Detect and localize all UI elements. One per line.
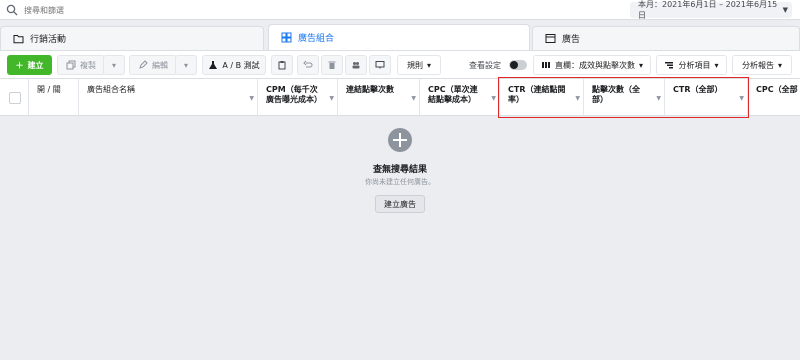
- search-input[interactable]: [24, 5, 584, 15]
- caret-down-icon: ▾: [777, 60, 782, 70]
- tab-ads[interactable]: 廣告: [532, 26, 800, 50]
- folder-icon: [13, 35, 24, 44]
- select-all-cell: [0, 79, 29, 117]
- reports-dropdown[interactable]: 分析報告 ▾: [732, 55, 792, 75]
- trash-icon: [328, 61, 336, 69]
- add-circle-icon: [388, 128, 412, 152]
- preview-icon: [375, 61, 385, 69]
- tab-ads-label: 廣告: [562, 35, 581, 45]
- breakdown-icon: [665, 62, 674, 69]
- reports-label: 分析報告: [741, 60, 774, 70]
- column-onoff-label: 開 / 關: [37, 85, 61, 94]
- column-header-cpm[interactable]: CPM（每千次廣告曝光成本） ▼: [258, 79, 338, 117]
- tab-campaigns[interactable]: 行銷活動: [0, 26, 264, 50]
- caret-down-icon: ▾: [183, 60, 188, 70]
- rules-label: 規則: [406, 60, 423, 70]
- rules-dropdown[interactable]: 規則 ▾: [397, 55, 441, 75]
- tab-ad-sets-label: 廣告組合: [298, 34, 335, 44]
- edit-button[interactable]: 編輯: [129, 55, 177, 75]
- breakdown-dropdown[interactable]: 分析項目 ▾: [656, 55, 727, 75]
- column-cpm-label: CPM（每千次廣告曝光成本）: [266, 85, 322, 104]
- sort-icon: ▼: [249, 95, 254, 102]
- edit-dropdown[interactable]: ▾: [175, 55, 197, 75]
- date-range-picker[interactable]: 本月：2021年6月1日 – 2021年6月15日 ▼: [630, 0, 792, 20]
- caret-down-icon: ▾: [111, 60, 116, 70]
- toolbar: ＋ 建立 複製 ▾ 編輯 ▾ A / B 測試 規則 ▾ 查看設定 直欄：成效與…: [0, 50, 800, 78]
- column-cpc-all-label: CPC（全部: [756, 85, 798, 94]
- pencil-icon: [139, 60, 148, 69]
- undo-button[interactable]: [297, 55, 319, 75]
- sort-icon: ▼: [329, 95, 334, 102]
- edit-label: 編輯: [152, 60, 168, 70]
- columns-dropdown[interactable]: 直欄：成效與點擊次數 ▾: [533, 55, 651, 75]
- undo-icon: [303, 60, 313, 68]
- plus-icon: ＋: [15, 60, 24, 70]
- column-header-cpc-all[interactable]: CPC（全部: [748, 79, 800, 117]
- columns-icon: [541, 62, 550, 68]
- create-ad-button[interactable]: 建立廣告: [375, 195, 425, 213]
- empty-state-subtitle: 你尚未建立任何廣告。: [365, 178, 435, 186]
- view-settings-toggle[interactable]: [509, 60, 527, 70]
- ad-icon: [545, 34, 556, 43]
- create-label: 建立: [27, 60, 44, 70]
- ab-test-button[interactable]: A / B 測試: [202, 55, 266, 75]
- column-header-link-clicks[interactable]: 連結點擊次數 ▼: [338, 79, 420, 117]
- people-icon: [352, 62, 360, 69]
- preview-button[interactable]: [369, 55, 391, 75]
- clipboard-button[interactable]: [271, 55, 293, 75]
- delete-button[interactable]: [321, 55, 343, 75]
- grid-icon: [281, 32, 292, 43]
- column-adset-name-label: 廣告組合名稱: [87, 85, 135, 94]
- duplicate-button[interactable]: 複製: [57, 55, 105, 75]
- column-header-adset-name[interactable]: 廣告組合名稱 ▼: [79, 79, 258, 117]
- caret-down-icon: ▾: [638, 60, 643, 70]
- clipboard-icon: [278, 61, 286, 70]
- search-icon: [6, 4, 18, 16]
- select-all-checkbox[interactable]: [9, 92, 21, 104]
- column-header-cpc-link[interactable]: CPC（單次連結點擊成本） ▼: [420, 79, 500, 117]
- columns-label: 直欄：成效與點擊次數: [554, 60, 635, 70]
- copy-icon: [66, 60, 76, 70]
- tab-ad-sets[interactable]: 廣告組合: [268, 24, 530, 50]
- duplicate-label: 複製: [80, 60, 96, 70]
- share-button[interactable]: [345, 55, 367, 75]
- column-header-onoff[interactable]: 開 / 關: [29, 79, 79, 117]
- column-cpc-link-label: CPC（單次連結點擊成本）: [428, 85, 478, 104]
- view-settings-label: 查看設定: [469, 61, 501, 70]
- breakdown-label: 分析項目: [678, 60, 711, 70]
- search-bar[interactable]: [6, 3, 621, 17]
- duplicate-dropdown[interactable]: ▾: [103, 55, 125, 75]
- tab-campaigns-label: 行銷活動: [30, 35, 67, 45]
- top-bar: 本月：2021年6月1日 – 2021年6月15日 ▼: [0, 0, 800, 20]
- highlight-box: [498, 77, 749, 118]
- caret-down-icon: ▾: [714, 60, 719, 70]
- date-range-label: 本月：2021年6月1日 – 2021年6月15日: [638, 0, 778, 20]
- caret-down-icon: ▾: [426, 60, 431, 70]
- sort-icon: ▼: [411, 95, 416, 102]
- level-tabs: 行銷活動 廣告組合 廣告: [0, 22, 800, 50]
- ab-test-label: A / B 測試: [222, 60, 260, 70]
- chevron-down-icon: ▼: [782, 6, 788, 14]
- create-button[interactable]: ＋ 建立: [7, 55, 52, 75]
- sort-icon: ▼: [491, 95, 496, 102]
- empty-state: 查無搜尋結果 你尚未建立任何廣告。 建立廣告: [0, 117, 800, 360]
- empty-state-title: 查無搜尋結果: [372, 165, 427, 175]
- column-link-clicks-label: 連結點擊次數: [346, 85, 394, 94]
- flask-icon: [209, 61, 218, 69]
